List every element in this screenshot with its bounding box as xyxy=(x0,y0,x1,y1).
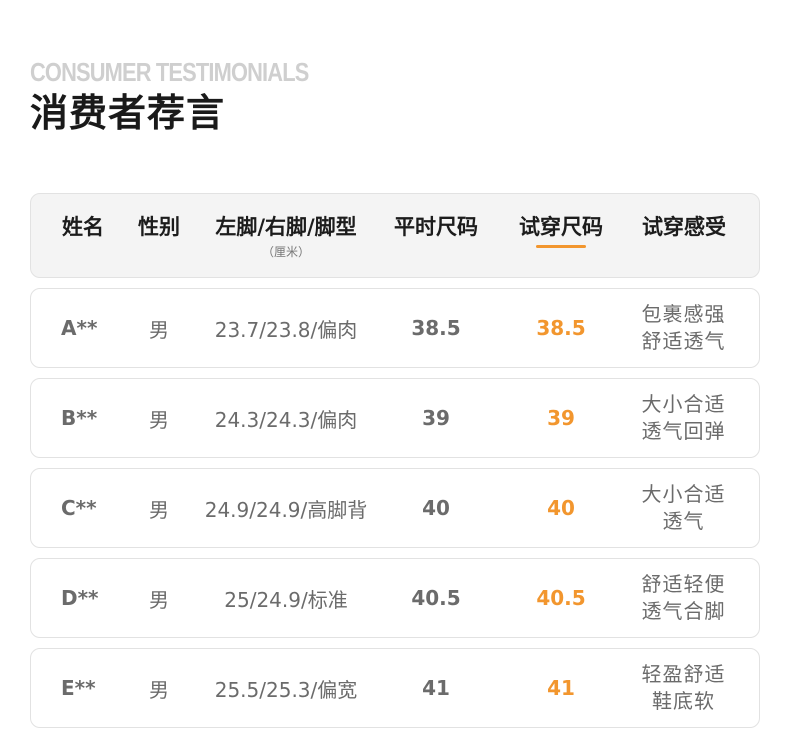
column-header-feeling: 试穿感受 xyxy=(631,194,737,277)
cell-sex: 男 xyxy=(149,587,169,612)
table-header: 姓名 性别 左脚/右脚/脚型 （厘米） 平时尺码 试穿尺码 试穿感受 xyxy=(30,193,760,278)
cell-usual-size: 39 xyxy=(422,406,450,430)
cell-feeling: 舒适轻便 透气合脚 xyxy=(626,559,741,637)
cell-trial-size: 41 xyxy=(547,676,575,700)
cell-feeling: 大小合适 透气 xyxy=(626,469,741,547)
table-row: E** 男 25.5/25.3/偏宽 41 41 轻盈舒适 鞋底软 xyxy=(30,648,760,728)
highlight-underline xyxy=(536,245,586,248)
column-header-name: 姓名 xyxy=(51,194,115,277)
feeling-line: 舒适轻便 xyxy=(641,572,726,596)
cell-foot-size: 25/24.9/标准 xyxy=(224,587,348,612)
cell-foot-size: 24.3/24.3/偏肉 xyxy=(214,407,358,432)
feeling-line: 轻盈舒适 xyxy=(641,662,726,686)
column-header-unit: （厘米） xyxy=(261,245,310,259)
feeling-line: 舒适透气 xyxy=(641,329,726,353)
cell-usual-size: 40.5 xyxy=(411,586,461,610)
cell-trial-size: 40.5 xyxy=(536,586,586,610)
column-header-label: 试穿感受 xyxy=(642,215,726,239)
feeling-line: 透气合脚 xyxy=(641,599,726,623)
cell-usual-size: 40 xyxy=(422,496,450,520)
cell-usual-size: 41 xyxy=(422,676,450,700)
cell-foot-size: 25.5/25.3/偏宽 xyxy=(214,677,358,702)
cell-foot-size: 23.7/23.8/偏肉 xyxy=(214,317,358,342)
column-header-foot: 左脚/右脚/脚型 （厘米） xyxy=(196,194,376,277)
feeling-line: 透气 xyxy=(662,509,705,533)
cell-feeling: 轻盈舒适 鞋底软 xyxy=(626,649,741,727)
cell-trial-size: 39 xyxy=(547,406,575,430)
cell-sex: 男 xyxy=(149,497,169,522)
column-header-sex: 性别 xyxy=(126,194,192,277)
testimonials-page: CONSUMER TESTIMONIALS 消费者荐言 姓名 性别 左脚/右脚/… xyxy=(0,0,790,730)
table-row: B** 男 24.3/24.3/偏肉 39 39 大小合适 透气回弹 xyxy=(30,378,760,458)
feeling-line: 大小合适 xyxy=(641,482,726,506)
column-header-trial-size: 试穿尺码 xyxy=(508,194,614,277)
cell-trial-size: 40 xyxy=(547,496,575,520)
column-header-usual-size: 平时尺码 xyxy=(383,194,489,277)
cell-foot-size: 24.9/24.9/高脚背 xyxy=(204,497,368,522)
cell-sex: 男 xyxy=(149,677,169,702)
column-header-label: 姓名 xyxy=(62,215,104,239)
column-header-label: 左脚/右脚/脚型 xyxy=(215,215,357,239)
feeling-line: 透气回弹 xyxy=(641,419,726,443)
cell-sex: 男 xyxy=(149,407,169,432)
feeling-line: 大小合适 xyxy=(641,392,726,416)
cell-sex: 男 xyxy=(149,317,169,342)
cell-usual-size: 38.5 xyxy=(411,316,461,340)
table-row: A** 男 23.7/23.8/偏肉 38.5 38.5 包裹感强 舒适透气 xyxy=(30,288,760,368)
section-eyebrow: CONSUMER TESTIMONIALS xyxy=(30,57,309,87)
page-title: 消费者荐言 xyxy=(30,91,226,135)
cell-feeling: 大小合适 透气回弹 xyxy=(626,379,741,457)
column-header-label: 试穿尺码 xyxy=(519,215,603,239)
cell-feeling: 包裹感强 舒适透气 xyxy=(626,289,741,367)
column-header-label: 性别 xyxy=(138,215,180,239)
table-row: C** 男 24.9/24.9/高脚背 40 40 大小合适 透气 xyxy=(30,468,760,548)
table-row: D** 男 25/24.9/标准 40.5 40.5 舒适轻便 透气合脚 xyxy=(30,558,760,638)
feeling-line: 鞋底软 xyxy=(652,689,715,713)
cell-trial-size: 38.5 xyxy=(536,316,586,340)
column-header-label: 平时尺码 xyxy=(394,215,478,239)
feeling-line: 包裹感强 xyxy=(641,302,726,326)
